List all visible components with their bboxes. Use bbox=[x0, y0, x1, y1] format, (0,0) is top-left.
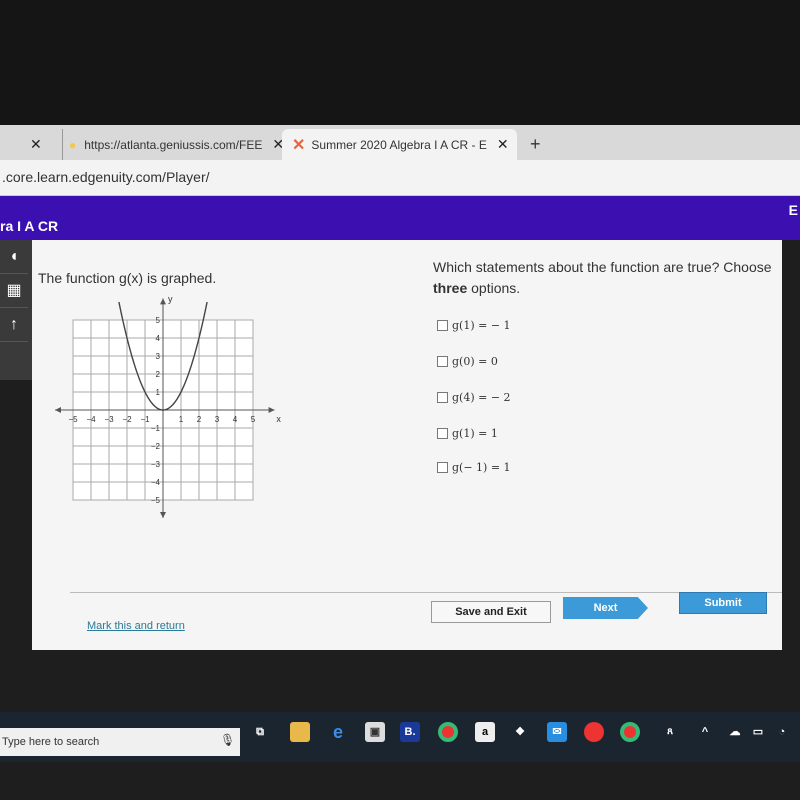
checkbox[interactable] bbox=[437, 462, 448, 473]
y-tick-label: 5 bbox=[156, 316, 161, 325]
calculator-icon[interactable]: ▦ bbox=[0, 274, 28, 308]
divider bbox=[70, 592, 782, 593]
battery-icon[interactable]: ▭ bbox=[748, 722, 768, 742]
header-menu[interactable]: E bbox=[789, 202, 798, 218]
option-4[interactable]: g(1) = 1 bbox=[437, 427, 498, 440]
audio-icon[interactable]: ◖ bbox=[0, 240, 28, 274]
option-2[interactable]: g(0) = 0 bbox=[437, 355, 498, 368]
x-tick-label: 2 bbox=[197, 415, 202, 424]
checkbox[interactable] bbox=[437, 356, 448, 367]
submit-button[interactable]: Submit bbox=[679, 592, 767, 614]
question-instruction: Which statements about the function are … bbox=[433, 257, 783, 299]
checkbox[interactable] bbox=[437, 320, 448, 331]
y-tick-label: 3 bbox=[156, 352, 161, 361]
file-explorer-icon[interactable] bbox=[290, 722, 310, 742]
option-label: g(1) = 1 bbox=[452, 427, 498, 440]
tray-chevron-icon[interactable]: ^ bbox=[695, 722, 715, 742]
mail-icon[interactable]: ✉ bbox=[547, 722, 567, 742]
y-tick-label: 1 bbox=[156, 388, 161, 397]
b-app-icon[interactable]: B. bbox=[400, 722, 420, 742]
arrow-up-icon[interactable]: ↑ bbox=[0, 308, 28, 342]
y-tick-label: 4 bbox=[156, 334, 161, 343]
x-tick-label: −5 bbox=[68, 415, 78, 424]
option-label: g(1) = − 1 bbox=[452, 319, 511, 332]
x-tick-label: −3 bbox=[104, 415, 114, 424]
y-tick-label: −5 bbox=[151, 496, 161, 505]
y-tick-label: 2 bbox=[156, 370, 161, 379]
onedrive-icon[interactable]: ☁ bbox=[725, 722, 745, 742]
tab-label: https://atlanta.geniussis.com/FEE bbox=[84, 137, 263, 152]
tab-bar: ✕ ● https://atlanta.geniussis.com/FEE ✕ … bbox=[0, 125, 800, 160]
close-icon[interactable]: ✕ bbox=[497, 136, 509, 153]
x-tick-label: 5 bbox=[251, 415, 256, 424]
x-tick-label: 3 bbox=[215, 415, 220, 424]
y-tick-label: −3 bbox=[151, 460, 161, 469]
chrome-icon[interactable] bbox=[438, 722, 458, 742]
url-text: .core.learn.edgenuity.com/Player/ bbox=[2, 169, 210, 185]
y-tick-label: −4 bbox=[151, 478, 161, 487]
tab-geniussis[interactable]: ● https://atlanta.geniussis.com/FEE ✕ bbox=[62, 129, 284, 160]
address-bar[interactable]: .core.learn.edgenuity.com/Player/ bbox=[0, 160, 800, 196]
checkbox[interactable] bbox=[437, 392, 448, 403]
x-tick-label: 4 bbox=[233, 415, 238, 424]
prev-tab[interactable]: ✕ bbox=[20, 129, 42, 160]
task-view-icon[interactable]: ⧉ bbox=[250, 722, 270, 742]
x-tick-label: −1 bbox=[140, 415, 150, 424]
store-icon[interactable]: ▣ bbox=[365, 722, 385, 742]
option-3[interactable]: g(4) = − 2 bbox=[437, 391, 511, 404]
instruction-text: options. bbox=[467, 280, 521, 296]
taskbar-search[interactable]: Type here to search 🎙 bbox=[0, 728, 240, 756]
chrome-profile-icon[interactable] bbox=[584, 722, 604, 742]
y-tick-label: −1 bbox=[151, 424, 161, 433]
x-tick-label: −2 bbox=[122, 415, 132, 424]
search-placeholder: Type here to search bbox=[2, 736, 100, 748]
people-icon[interactable]: ጸ bbox=[660, 722, 680, 742]
new-tab-button[interactable]: + bbox=[530, 129, 541, 160]
next-button[interactable]: Next bbox=[563, 597, 648, 619]
instruction-text: Which statements about the function are … bbox=[433, 259, 772, 275]
save-and-exit-button[interactable]: Save and Exit bbox=[431, 601, 551, 623]
mic-icon[interactable]: 🎙 bbox=[220, 733, 235, 747]
y-axis-label: y bbox=[168, 295, 173, 304]
function-graph: −5 −4 −3 −2 −1 1 2 3 4 5 5 4 3 2 1 −1 −2 −3 −4 −5 x y bbox=[55, 295, 281, 518]
option-label: g(4) = − 2 bbox=[452, 391, 511, 404]
x-axis-label: x bbox=[276, 414, 281, 424]
dropbox-icon[interactable]: ❖ bbox=[510, 722, 530, 742]
amazon-icon[interactable]: a bbox=[475, 722, 495, 742]
option-label: g(0) = 0 bbox=[452, 355, 498, 368]
tool-sidebar: ◖ ▦ ↑ bbox=[0, 240, 32, 380]
y-tick-label: −2 bbox=[151, 442, 161, 451]
edgenuity-x-icon: ✕ bbox=[292, 136, 306, 154]
option-1[interactable]: g(1) = − 1 bbox=[437, 319, 511, 332]
close-icon[interactable]: ✕ bbox=[30, 136, 42, 153]
option-5[interactable]: g(− 1) = 1 bbox=[437, 461, 511, 474]
tab-edgenuity[interactable]: ✕ Summer 2020 Algebra I A CR - E ✕ bbox=[282, 129, 517, 160]
wifi-icon[interactable]: ◔ bbox=[772, 722, 792, 742]
lightbulb-icon: ● bbox=[69, 137, 77, 152]
checkbox[interactable] bbox=[437, 428, 448, 439]
edge-icon[interactable]: e bbox=[328, 722, 348, 742]
x-tick-label: 1 bbox=[179, 415, 184, 424]
course-header: ra I A CR E bbox=[0, 196, 800, 240]
screen-bezel bbox=[0, 0, 800, 125]
tab-label: Summer 2020 Algebra I A CR - E bbox=[311, 137, 487, 152]
option-label: g(− 1) = 1 bbox=[452, 461, 511, 474]
course-title: ra I A CR bbox=[0, 218, 59, 234]
x-tick-label: −4 bbox=[86, 415, 96, 424]
chrome-s-icon[interactable] bbox=[620, 722, 640, 742]
question-prompt: The function g(x) is graphed. bbox=[38, 270, 217, 286]
instruction-bold: three bbox=[433, 280, 468, 296]
mark-and-return-link[interactable]: Mark this and return bbox=[87, 620, 185, 632]
